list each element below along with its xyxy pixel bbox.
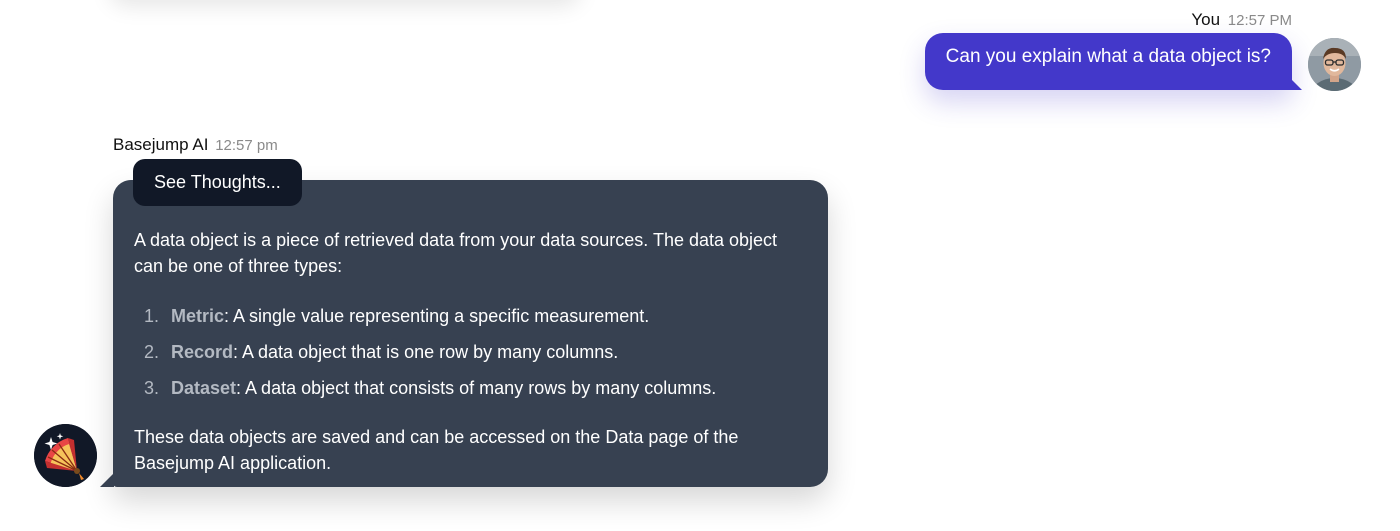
list-item-term: Metric: [171, 306, 225, 326]
folding-fan-sparkles-icon: [34, 424, 97, 487]
list-item-term: Dataset: [171, 378, 237, 398]
list-item: 2. Record: A data object that is one row …: [134, 338, 804, 374]
chat-page: You 12:57 PM Can you explain what a data…: [0, 0, 1400, 531]
ai-message-bubble: A data object is a piece of retrieved da…: [100, 180, 828, 487]
user-avatar: [1308, 38, 1361, 91]
user-photo-avatar-icon: [1308, 38, 1361, 91]
ai-bubble-tail: [100, 473, 114, 487]
data-object-types-list: 1. Metric: A single value representing a …: [134, 302, 804, 410]
list-item: 3. Dataset: A data object that consists o…: [134, 374, 804, 410]
list-item-number: 2.: [143, 342, 159, 362]
user-sender-name: You: [1191, 10, 1221, 29]
user-message-bubble: Can you explain what a data object is?: [924, 33, 1302, 90]
list-item-number: 1.: [143, 306, 159, 326]
list-item-number: 3.: [143, 378, 159, 398]
user-bubble-tail: [1288, 76, 1302, 90]
user-message-meta: You 12:57 PM: [1191, 10, 1292, 30]
user-message-text: Can you explain what a data object is?: [945, 46, 1271, 67]
ai-message-meta: Basejump AI 12:57 pm: [113, 135, 278, 155]
ai-intro-paragraph: A data object is a piece of retrieved da…: [134, 230, 778, 276]
list-item: 1. Metric: A single value representing a …: [134, 302, 804, 338]
list-item-description: : A data object that is one row by many …: [233, 342, 619, 362]
list-item-description: : A data object that consists of many ro…: [236, 378, 717, 398]
user-message-time: 12:57 PM: [1227, 12, 1292, 29]
see-thoughts-button[interactable]: See Thoughts...: [133, 159, 302, 206]
ai-sender-name: Basejump AI: [113, 135, 209, 154]
ai-avatar: [34, 424, 97, 487]
list-item-term: Record: [171, 342, 234, 362]
ai-message-time: 12:57 pm: [215, 137, 278, 154]
ai-outro-paragraph: These data objects are saved and can be …: [134, 427, 739, 473]
list-item-description: : A single value representing a specific…: [224, 306, 650, 326]
